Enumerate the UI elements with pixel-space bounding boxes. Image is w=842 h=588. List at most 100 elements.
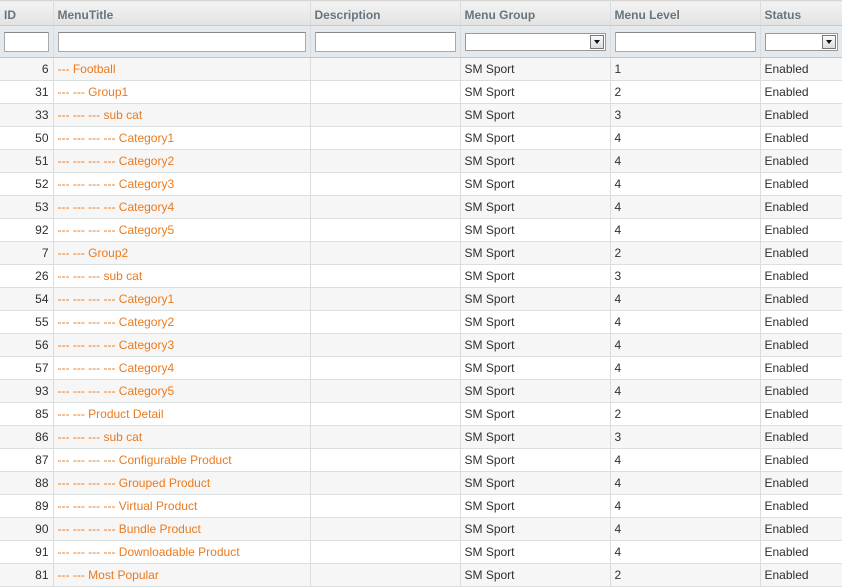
column-header-status[interactable]: Status [760, 0, 842, 26]
table-row[interactable]: 56 --- --- --- --- Category3 SM Sport 4 Enab… [0, 333, 842, 357]
filter-menu-level-input[interactable] [614, 31, 756, 52]
grid-headings: ID MenuTitle Description Menu Group Menu… [0, 0, 842, 26]
menu-title-link[interactable]: --- --- Group2 [58, 246, 129, 260]
table-row[interactable]: 93 --- --- --- --- Category5 SM Sport 4 Enab… [0, 379, 842, 403]
cell-status: Enabled [760, 333, 842, 357]
table-row[interactable]: 90 --- --- --- --- Bundle Product SM Sport… [0, 517, 842, 541]
menu-title-link[interactable]: --- --- Product Detail [58, 407, 164, 421]
menu-title-link[interactable]: --- --- --- --- Category2 [58, 315, 175, 329]
cell-status: Enabled [760, 149, 842, 173]
menu-title-link[interactable]: --- --- --- --- Category4 [58, 361, 175, 375]
cell-description [310, 402, 461, 426]
cell-id: 31 [0, 80, 54, 104]
menu-title-link[interactable]: --- --- --- --- Virtual Product [58, 499, 198, 513]
filter-menu-title-input[interactable] [57, 31, 306, 52]
table-row[interactable]: 26 --- --- --- sub cat SM Sport 3 Enabled [0, 264, 842, 288]
menu-title-link[interactable]: --- --- --- sub cat [58, 108, 143, 122]
table-row[interactable]: 57 --- --- --- --- Category4 SM Sport 4 Enab… [0, 356, 842, 380]
filter-id-input[interactable] [4, 31, 49, 52]
table-row[interactable]: 53 --- --- --- --- Category4 SM Sport 4 Enab… [0, 195, 842, 219]
table-row[interactable]: 52 --- --- --- --- Category3 SM Sport 4 Enab… [0, 172, 842, 196]
table-row[interactable]: 33 --- --- --- sub cat SM Sport 3 Enabled [0, 103, 842, 127]
cell-menu-group: SM Sport [460, 80, 611, 104]
cell-status: Enabled [760, 517, 842, 541]
table-row[interactable]: 88 --- --- --- --- Grouped Product SM Spor… [0, 471, 842, 495]
dropdown-arrow-icon[interactable] [589, 34, 604, 49]
column-header-menu-group[interactable]: Menu Group [460, 0, 611, 26]
filter-cell-menu-group [460, 25, 611, 58]
menu-title-link[interactable]: --- --- Most Popular [58, 568, 159, 582]
cell-description [310, 333, 461, 357]
table-row[interactable]: 54 --- --- --- --- Category1 SM Sport 4 Enab… [0, 287, 842, 311]
column-header-menu-level[interactable]: Menu Level [610, 0, 761, 26]
cell-description [310, 218, 461, 242]
cell-status: Enabled [760, 310, 842, 334]
cell-description [310, 57, 461, 81]
menu-title-link[interactable]: --- --- --- --- Category1 [58, 131, 175, 145]
cell-id: 55 [0, 310, 54, 334]
table-row[interactable]: 92 --- --- --- --- Category5 SM Sport 4 Enab… [0, 218, 842, 242]
menu-title-link[interactable]: --- --- Group1 [58, 85, 129, 99]
grid-filter-row [0, 25, 842, 58]
cell-menu-level: 4 [610, 471, 761, 495]
column-header-description[interactable]: Description [310, 0, 461, 26]
cell-description [310, 103, 461, 127]
menu-title-link[interactable]: --- --- --- --- Category4 [58, 200, 175, 214]
table-row[interactable]: 86 --- --- --- sub cat SM Sport 3 Enabled [0, 425, 842, 449]
cell-description [310, 379, 461, 403]
cell-description [310, 241, 461, 265]
menu-title-link[interactable]: --- Football [58, 62, 116, 76]
dropdown-arrow-icon[interactable] [821, 34, 836, 49]
table-row[interactable]: 55 --- --- --- --- Category2 SM Sport 4 Enab… [0, 310, 842, 334]
cell-menu-group: SM Sport [460, 126, 611, 150]
cell-menu-level: 4 [610, 218, 761, 242]
table-row[interactable]: 6 --- Football SM Sport 1 Enabled [0, 57, 842, 81]
table-row[interactable]: 85 --- --- Product Detail SM Sport 2 Enabled [0, 402, 842, 426]
cell-description [310, 126, 461, 150]
filter-cell-menu-level [610, 25, 761, 58]
filter-cell-menu-title [53, 25, 311, 58]
menu-title-link[interactable]: --- --- --- --- Category5 [58, 384, 175, 398]
table-row[interactable]: 87 --- --- --- --- Configurable Product SM… [0, 448, 842, 472]
table-row[interactable]: 7 --- --- Group2 SM Sport 2 Enabled [0, 241, 842, 265]
cell-menu-group: SM Sport [460, 425, 611, 449]
cell-description [310, 471, 461, 495]
cell-id: 87 [0, 448, 54, 472]
filter-cell-description [310, 25, 461, 58]
menu-title-link[interactable]: --- --- --- --- Bundle Product [58, 522, 201, 536]
cell-menu-level: 4 [610, 356, 761, 380]
cell-id: 89 [0, 494, 54, 518]
menu-title-link[interactable]: --- --- --- sub cat [58, 430, 143, 444]
cell-id: 90 [0, 517, 54, 541]
filter-description-input[interactable] [314, 31, 456, 52]
column-header-id[interactable]: ID [0, 0, 54, 26]
menu-title-link[interactable]: --- --- --- --- Grouped Product [58, 476, 211, 490]
filter-menu-group-select[interactable] [464, 32, 606, 51]
cell-menu-level: 1 [610, 57, 761, 81]
filter-status-select[interactable] [764, 32, 838, 51]
menu-title-link[interactable]: --- --- --- --- Downloadable Product [58, 545, 240, 559]
table-row[interactable]: 91 --- --- --- --- Downloadable Product SM… [0, 540, 842, 564]
cell-id: 54 [0, 287, 54, 311]
cell-menu-group: SM Sport [460, 517, 611, 541]
menu-title-link[interactable]: --- --- --- --- Category2 [58, 154, 175, 168]
cell-menu-level: 4 [610, 310, 761, 334]
cell-menu-title: --- --- Product Detail [53, 402, 311, 426]
menu-title-link[interactable]: --- --- --- --- Category1 [58, 292, 175, 306]
menu-title-link[interactable]: --- --- --- --- Category3 [58, 177, 175, 191]
cell-description [310, 287, 461, 311]
table-row[interactable]: 31 --- --- Group1 SM Sport 2 Enabled [0, 80, 842, 104]
column-header-menu-title[interactable]: MenuTitle [53, 0, 311, 26]
table-row[interactable]: 51 --- --- --- --- Category2 SM Sport 4 Enab… [0, 149, 842, 173]
menu-title-link[interactable]: --- --- --- --- Category3 [58, 338, 175, 352]
table-row[interactable]: 81 --- --- Most Popular SM Sport 2 Enabled [0, 563, 842, 587]
menu-title-link[interactable]: --- --- --- sub cat [58, 269, 143, 283]
menu-title-link[interactable]: --- --- --- --- Category5 [58, 223, 175, 237]
menu-title-link[interactable]: --- --- --- --- Configurable Product [58, 453, 232, 467]
cell-menu-group: SM Sport [460, 195, 611, 219]
cell-id: 91 [0, 540, 54, 564]
table-row[interactable]: 50 --- --- --- --- Category1 SM Sport 4 Enab… [0, 126, 842, 150]
cell-status: Enabled [760, 471, 842, 495]
cell-description [310, 448, 461, 472]
table-row[interactable]: 89 --- --- --- --- Virtual Product SM Spor… [0, 494, 842, 518]
